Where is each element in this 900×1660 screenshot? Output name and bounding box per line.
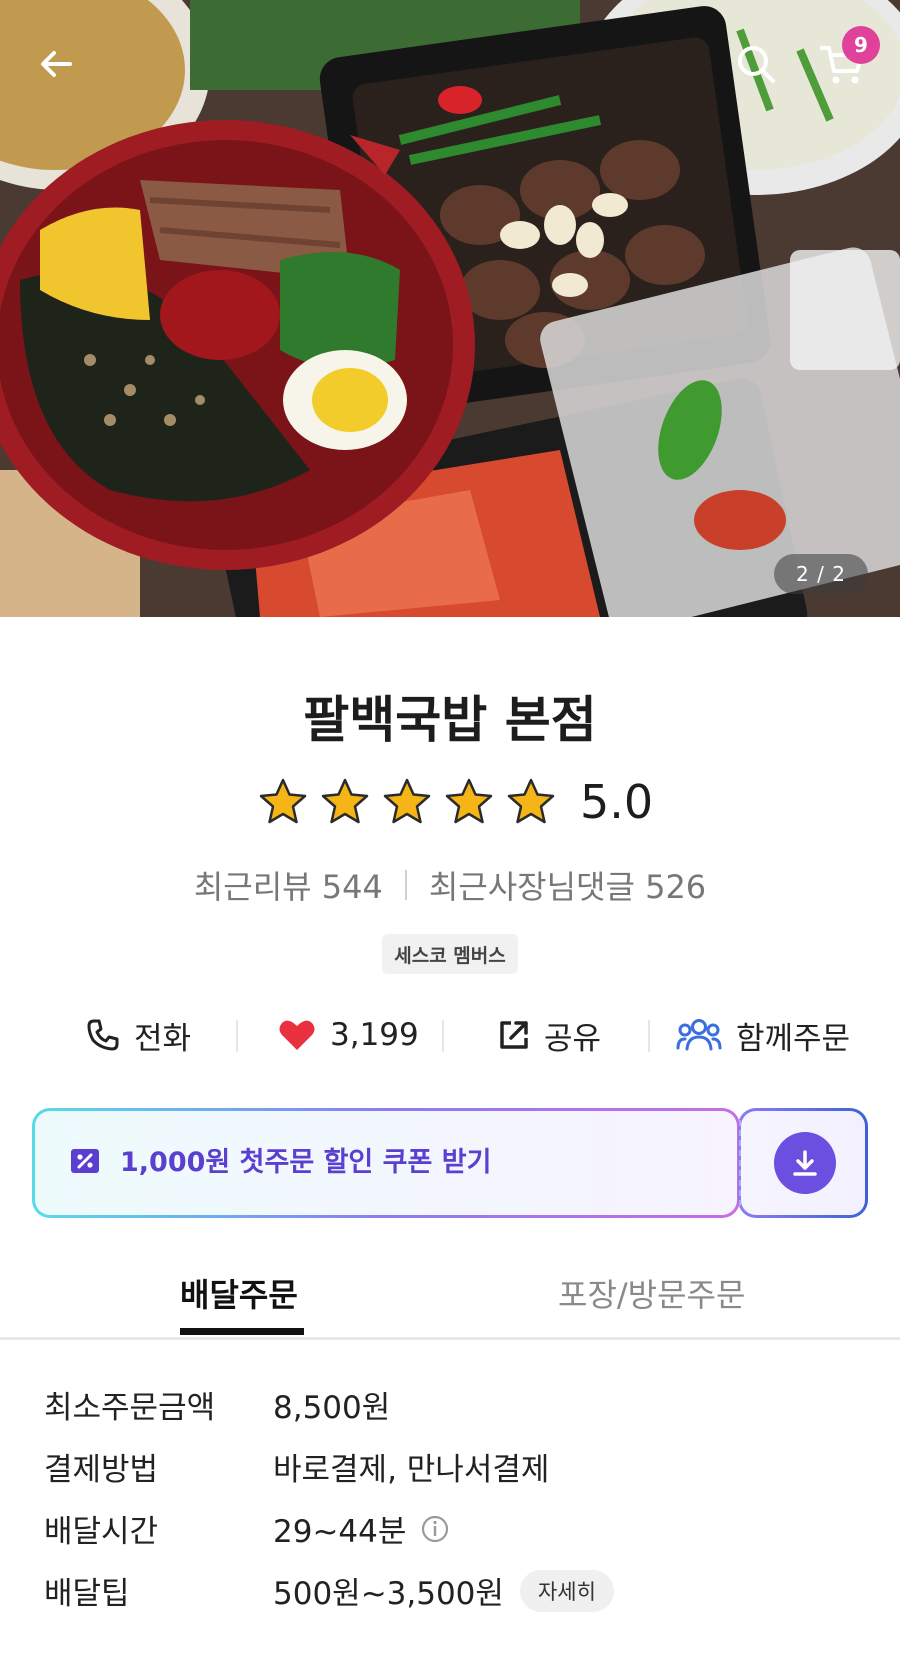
- cesco-member-badge: 세스코 멤버스: [382, 934, 518, 974]
- payment-label: 결제방법: [44, 1452, 159, 1488]
- group-order-button[interactable]: 함께주문: [676, 1010, 850, 1060]
- share-button[interactable]: 공유: [498, 1010, 601, 1060]
- delivery-tip-detail-button[interactable]: 자세히: [519, 1569, 614, 1612]
- search-icon: [738, 46, 775, 83]
- tab-delivery-order[interactable]: 배달주문: [180, 1270, 298, 1316]
- divider: [442, 1020, 444, 1052]
- delivery-tip-value: 500원~3,500원 자세히: [273, 1568, 614, 1613]
- divider: [404, 870, 407, 900]
- store-hero-image[interactable]: 9 2 / 2: [0, 0, 900, 617]
- star-icon: [259, 778, 307, 824]
- delivery-time-label: 배달시간: [44, 1514, 159, 1550]
- image-page-indicator: 2 / 2: [774, 554, 868, 594]
- share-icon: [500, 1021, 528, 1049]
- min-order-row: 최소주문금액 8,500원: [44, 1374, 864, 1436]
- delivery-tip-range: 500원~3,500원: [273, 1576, 504, 1612]
- star-icon: [507, 778, 555, 824]
- order-type-tabs: 배달주문 포장/방문주문: [0, 1252, 900, 1340]
- divider: [236, 1020, 238, 1052]
- min-order-label: 최소주문금액: [44, 1390, 216, 1426]
- review-summary[interactable]: 최근리뷰 544 최근사장님댓글 526: [0, 862, 900, 908]
- coupon-banner[interactable]: 1,000원 첫주문 할인 쿠폰 받기: [32, 1108, 868, 1218]
- download-icon: [793, 1150, 817, 1176]
- group-order-label: 함께주문: [736, 1020, 851, 1057]
- star-icon: [445, 778, 493, 824]
- star-icon: [321, 778, 369, 824]
- coupon-icon: [71, 1149, 99, 1173]
- delivery-time-row: 배달시간 29~44분: [44, 1498, 864, 1560]
- rating-row[interactable]: 5.0: [258, 772, 653, 832]
- store-actions: 전화 3,199 공유 함께주문: [0, 1010, 900, 1060]
- delivery-info: 최소주문금액 8,500원 결제방법 바로결제, 만나서결제 배달시간 29~4…: [44, 1374, 864, 1622]
- coupon-perforation: [739, 1120, 741, 1206]
- heart-icon: [279, 1020, 315, 1050]
- divider: [648, 1020, 650, 1052]
- tab-pickup-order[interactable]: 포장/방문주문: [558, 1270, 745, 1316]
- call-button[interactable]: 전화: [86, 1010, 191, 1060]
- call-label: 전화: [134, 1020, 192, 1057]
- arrow-left-icon: [41, 51, 72, 77]
- coupon-download-button[interactable]: [774, 1132, 836, 1194]
- phone-icon: [87, 1019, 119, 1051]
- store-name: 팔백국밥 본점: [303, 691, 597, 749]
- info-icon[interactable]: [420, 1514, 450, 1544]
- payment-row: 결제방법 바로결제, 만나서결제: [44, 1436, 864, 1498]
- delivery-tip-row: 배달팁 500원~3,500원 자세히: [44, 1560, 864, 1622]
- payment-methods: 바로결제, 만나서결제: [273, 1452, 550, 1488]
- share-label: 공유: [544, 1020, 602, 1057]
- star-icon: [383, 778, 431, 824]
- min-order-amount: 8,500원: [273, 1390, 391, 1426]
- back-button[interactable]: [24, 32, 88, 96]
- recent-review-count[interactable]: 최근리뷰 544: [194, 862, 383, 908]
- group-icon: [676, 1019, 722, 1051]
- delivery-tip-label: 배달팁: [44, 1576, 130, 1612]
- cart-count-badge: 9: [842, 26, 880, 64]
- delivery-time-value: 29~44분: [273, 1506, 450, 1551]
- search-button[interactable]: [724, 32, 788, 96]
- min-order-value: 8,500원: [273, 1382, 390, 1427]
- owner-reply-count[interactable]: 최근사장님댓글 526: [429, 862, 706, 908]
- rating-value: 5.0: [580, 775, 654, 829]
- like-button[interactable]: 3,199: [278, 1010, 419, 1060]
- delivery-time: 29~44분: [273, 1514, 407, 1550]
- payment-value: 바로결제, 만나서결제: [273, 1444, 549, 1489]
- like-count: 3,199: [330, 1017, 419, 1053]
- coupon-text: 1,000원 첫주문 할인 쿠폰 받기: [120, 1147, 492, 1178]
- active-tab-indicator: [180, 1328, 304, 1335]
